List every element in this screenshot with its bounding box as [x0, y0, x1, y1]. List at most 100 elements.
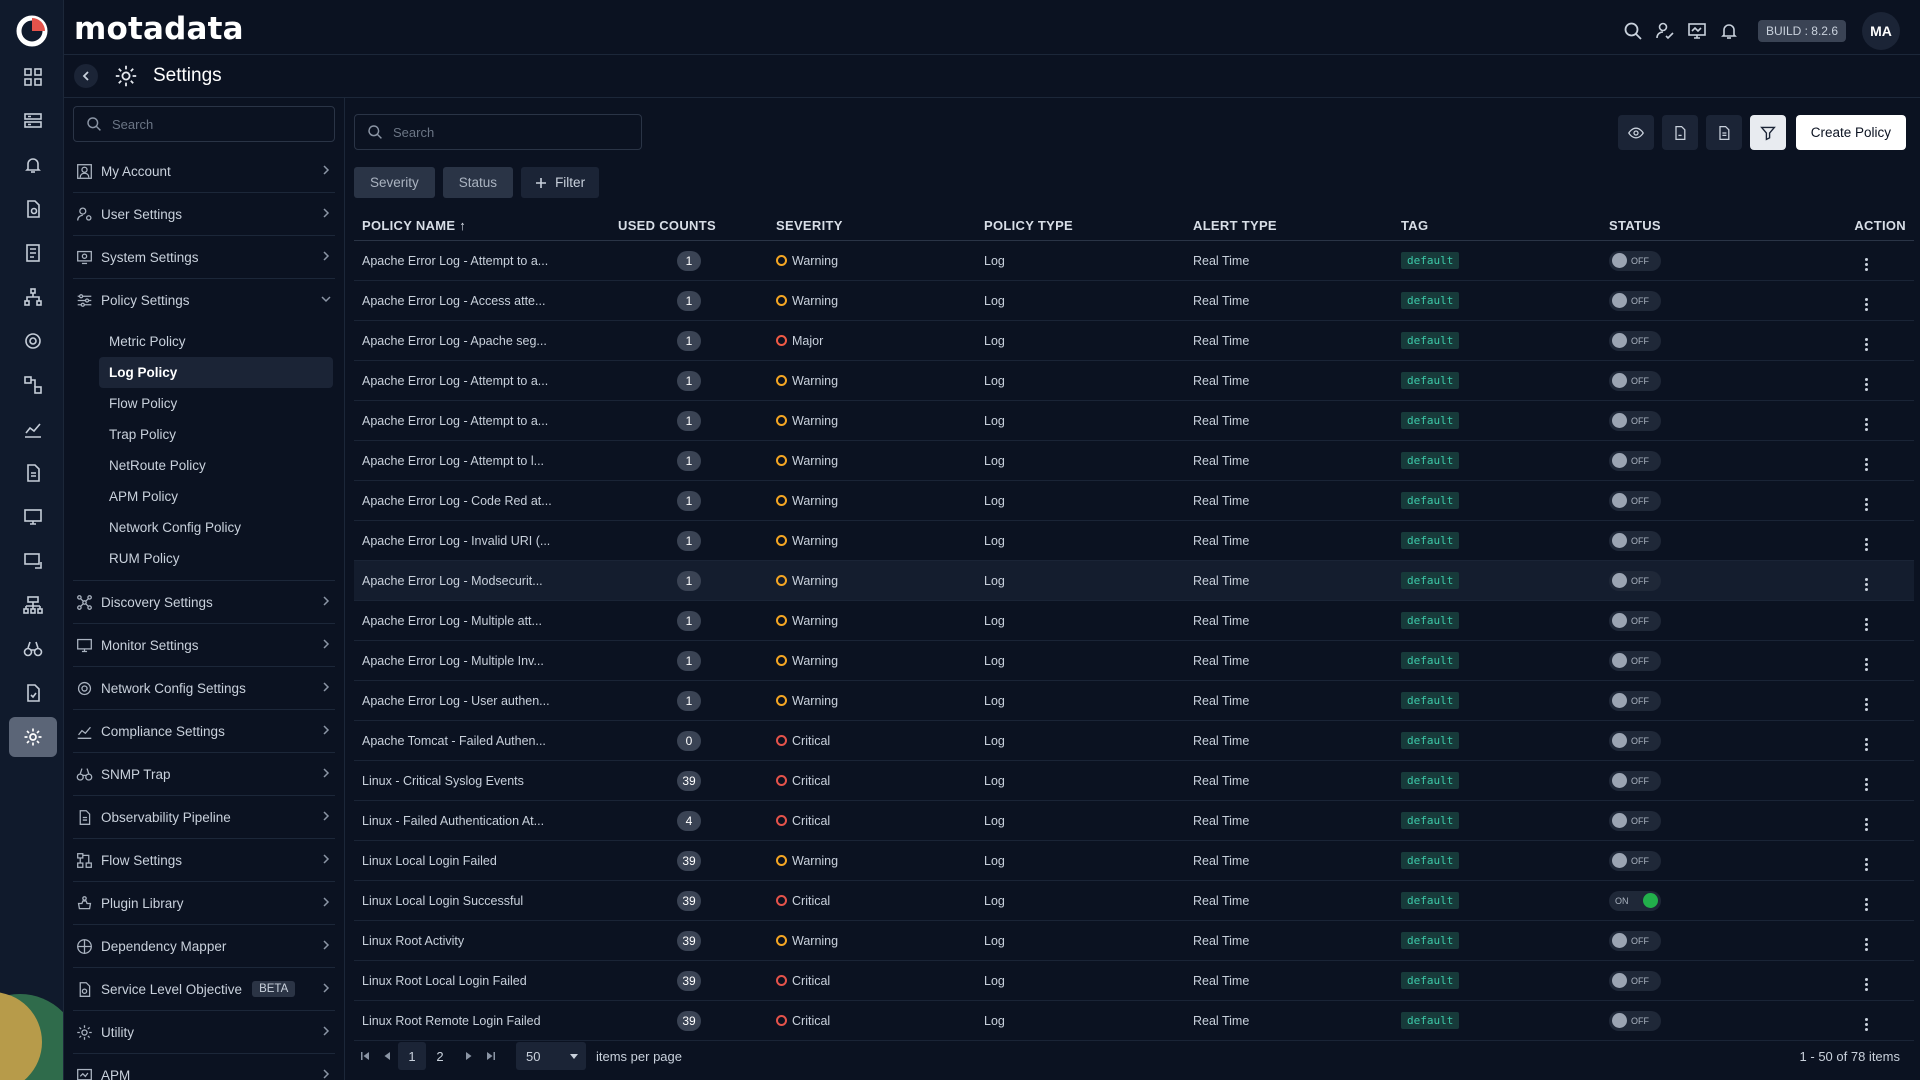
- status-toggle[interactable]: OFF: [1609, 850, 1661, 871]
- report-icon[interactable]: [9, 233, 57, 273]
- sidebar-item-discovery-settings[interactable]: Discovery Settings: [73, 581, 335, 624]
- table-row[interactable]: Linux Root Local Login Failed 39 Critical L…: [354, 961, 1914, 1001]
- more-vertical-icon[interactable]: [1860, 258, 1872, 271]
- export-csv-button[interactable]: [1705, 115, 1742, 150]
- status-toggle[interactable]: OFF: [1609, 1010, 1661, 1031]
- log-icon[interactable]: [9, 189, 57, 229]
- last-page-icon[interactable]: [480, 1045, 502, 1067]
- table-row[interactable]: Apache Error Log - Multiple Inv... 1 Warni…: [354, 641, 1914, 681]
- policy-name[interactable]: Linux - Failed Authentication At...: [354, 814, 609, 828]
- create-policy-button[interactable]: Create Policy: [1795, 115, 1906, 150]
- status-toggle[interactable]: ON: [1609, 890, 1661, 911]
- topology-icon[interactable]: [9, 277, 57, 317]
- policy-name[interactable]: Apache Error Log - Attempt to a...: [354, 254, 609, 268]
- display-icon[interactable]: [9, 497, 57, 537]
- submenu-item-network-config-policy[interactable]: Network Config Policy: [99, 512, 333, 543]
- submenu-item-rum-policy[interactable]: RUM Policy: [99, 543, 333, 574]
- more-vertical-icon[interactable]: [1860, 858, 1872, 871]
- more-vertical-icon[interactable]: [1860, 938, 1872, 951]
- column-header-policy-name[interactable]: POLICY NAME ↑: [354, 218, 609, 233]
- table-row[interactable]: Linux - Failed Authentication At... 4 Crit…: [354, 801, 1914, 841]
- policy-name[interactable]: Apache Error Log - Attempt to a...: [354, 374, 609, 388]
- policy-name[interactable]: Linux Root Remote Login Failed: [354, 1014, 609, 1028]
- table-row[interactable]: Linux Root Activity 39 Warning Log Real Time…: [354, 921, 1914, 961]
- binoculars-icon[interactable]: [9, 629, 57, 669]
- status-toggle[interactable]: OFF: [1609, 570, 1661, 591]
- column-header-policy-type[interactable]: POLICY TYPE: [977, 218, 1186, 233]
- policy-name[interactable]: Apache Tomcat - Failed Authen...: [354, 734, 609, 748]
- sidebar-item-monitor-settings[interactable]: Monitor Settings: [73, 624, 335, 667]
- status-toggle[interactable]: OFF: [1609, 370, 1661, 391]
- compliance-icon[interactable]: [9, 673, 57, 713]
- policy-name[interactable]: Apache Error Log - Apache seg...: [354, 334, 609, 348]
- sidebar-item-apm[interactable]: APM: [73, 1054, 335, 1080]
- sidebar-item-observability-pipeline[interactable]: Observability Pipeline: [73, 796, 335, 839]
- monitor-radar-icon[interactable]: [9, 321, 57, 361]
- status-toggle[interactable]: OFF: [1609, 690, 1661, 711]
- status-toggle[interactable]: OFF: [1609, 450, 1661, 471]
- status-toggle[interactable]: OFF: [1609, 610, 1661, 631]
- submenu-item-netroute-policy[interactable]: NetRoute Policy: [99, 450, 333, 481]
- policy-name[interactable]: Linux Root Activity: [354, 934, 609, 948]
- more-vertical-icon[interactable]: [1860, 498, 1872, 511]
- status-toggle[interactable]: OFF: [1609, 530, 1661, 551]
- column-header-used-counts[interactable]: USED COUNTS: [609, 218, 769, 233]
- more-vertical-icon[interactable]: [1860, 578, 1872, 591]
- policy-name[interactable]: Apache Error Log - Multiple att...: [354, 614, 609, 628]
- inventory-icon[interactable]: [9, 101, 57, 141]
- sidebar-item-user-settings[interactable]: User Settings: [73, 193, 335, 236]
- submenu-item-log-policy[interactable]: Log Policy: [99, 357, 333, 388]
- more-vertical-icon[interactable]: [1860, 738, 1872, 751]
- policy-name[interactable]: Linux Local Login Failed: [354, 854, 609, 868]
- table-row[interactable]: Linux - Critical Syslog Events 39 Critical…: [354, 761, 1914, 801]
- status-toggle[interactable]: OFF: [1609, 810, 1661, 831]
- search-icon[interactable]: [1622, 20, 1644, 42]
- policy-search-input[interactable]: [393, 124, 613, 140]
- submenu-item-trap-policy[interactable]: Trap Policy: [99, 419, 333, 450]
- policy-name[interactable]: Linux - Critical Syslog Events: [354, 774, 609, 788]
- table-row[interactable]: Apache Error Log - Invalid URI (... 1 Warn…: [354, 521, 1914, 561]
- sidebar-search[interactable]: [73, 106, 335, 142]
- notification-bell-icon[interactable]: [1718, 20, 1740, 42]
- status-toggle[interactable]: OFF: [1609, 250, 1661, 271]
- page-number[interactable]: 1: [398, 1042, 426, 1070]
- column-header-alert-type[interactable]: ALERT TYPE: [1186, 218, 1394, 233]
- policy-name[interactable]: Apache Error Log - Invalid URI (...: [354, 534, 609, 548]
- more-vertical-icon[interactable]: [1860, 458, 1872, 471]
- policy-name[interactable]: Apache Error Log - Attempt to a...: [354, 414, 609, 428]
- sidebar-item-snmp-trap[interactable]: SNMP Trap: [73, 753, 335, 796]
- view-eye-button[interactable]: [1617, 115, 1654, 150]
- more-vertical-icon[interactable]: [1860, 978, 1872, 991]
- policy-name[interactable]: Apache Error Log - User authen...: [354, 694, 609, 708]
- motadata-logo-icon[interactable]: [15, 14, 49, 48]
- dashboard-icon[interactable]: [9, 57, 57, 97]
- first-page-icon[interactable]: [354, 1045, 376, 1067]
- sidebar-item-plugin-library[interactable]: Plugin Library: [73, 882, 335, 925]
- table-row[interactable]: Apache Error Log - User authen... 1 Warnin…: [354, 681, 1914, 721]
- more-vertical-icon[interactable]: [1860, 618, 1872, 631]
- submenu-item-flow-policy[interactable]: Flow Policy: [99, 388, 333, 419]
- status-toggle[interactable]: OFF: [1609, 730, 1661, 751]
- submenu-item-metric-policy[interactable]: Metric Policy: [99, 326, 333, 357]
- table-row[interactable]: Apache Error Log - Code Red at... 1 Warnin…: [354, 481, 1914, 521]
- config-icon[interactable]: [9, 541, 57, 581]
- more-vertical-icon[interactable]: [1860, 378, 1872, 391]
- policy-name[interactable]: Apache Error Log - Multiple Inv...: [354, 654, 609, 668]
- status-toggle[interactable]: OFF: [1609, 770, 1661, 791]
- policy-name[interactable]: Apache Error Log - Access atte...: [354, 294, 609, 308]
- next-page-icon[interactable]: [458, 1045, 480, 1067]
- table-row[interactable]: Linux Local Login Failed 39 Warning Log Real…: [354, 841, 1914, 881]
- sidebar-item-utility[interactable]: Utility: [73, 1011, 335, 1054]
- more-vertical-icon[interactable]: [1860, 698, 1872, 711]
- network-icon[interactable]: [9, 585, 57, 625]
- sidebar-item-policy-settings[interactable]: Policy Settings: [73, 279, 335, 322]
- policy-name[interactable]: Apache Error Log - Modsecurit...: [354, 574, 609, 588]
- submenu-item-apm-policy[interactable]: APM Policy: [99, 481, 333, 512]
- more-vertical-icon[interactable]: [1860, 658, 1872, 671]
- more-vertical-icon[interactable]: [1860, 818, 1872, 831]
- metrics-chart-icon[interactable]: [9, 409, 57, 449]
- table-row[interactable]: Apache Error Log - Multiple att... 1 Warni…: [354, 601, 1914, 641]
- policy-name[interactable]: Apache Error Log - Code Red at...: [354, 494, 609, 508]
- user-avatar[interactable]: MA: [1862, 12, 1900, 50]
- status-chip[interactable]: Status: [442, 167, 514, 198]
